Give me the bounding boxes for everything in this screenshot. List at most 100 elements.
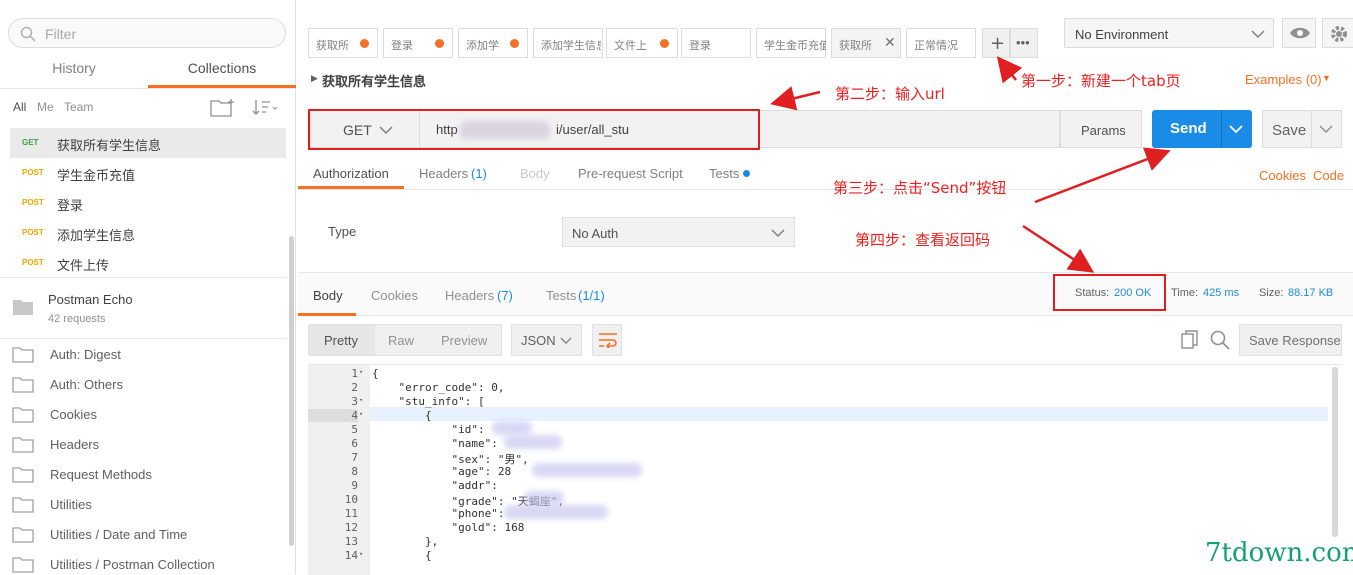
- fold-toggle-icon[interactable]: ▾: [359, 396, 363, 404]
- request-item[interactable]: POST 添加学生信息: [10, 218, 286, 248]
- save-button[interactable]: Save: [1262, 110, 1342, 148]
- request-tab[interactable]: 文件上: [606, 28, 678, 58]
- unsaved-dot: [360, 39, 369, 48]
- request-tab[interactable]: 登录: [681, 28, 751, 58]
- fold-toggle-icon[interactable]: ▾: [359, 368, 363, 376]
- folder-item[interactable]: Utilities / Date and Time: [0, 520, 286, 550]
- response-body-editor[interactable]: 1 ▾{2 "error_code": 0, 3 ▾ "stu_info": [4 ▾ …: [308, 364, 1342, 575]
- request-item[interactable]: POST 文件上传: [10, 248, 286, 278]
- filter-team[interactable]: Team: [64, 100, 93, 114]
- request-tab[interactable]: 添加学生信息: [533, 28, 603, 58]
- save-response-button[interactable]: Save Response: [1239, 324, 1342, 356]
- tab-label: 正常情况: [914, 39, 958, 52]
- method-badge: POST: [22, 258, 44, 267]
- active-tab-underline: [298, 313, 356, 316]
- request-name: 学生金币充值: [57, 168, 136, 183]
- folder-item[interactable]: Utilities / Postman Collection: [0, 550, 286, 574]
- folder-item[interactable]: Request Methods: [0, 460, 286, 490]
- format-select[interactable]: JSON: [511, 324, 582, 356]
- request-item[interactable]: POST 登录: [10, 188, 286, 218]
- tab-label: 学生金币充值: [764, 39, 826, 52]
- auth-type-label: Type: [328, 224, 357, 239]
- tab-label: 添加学生信息: [541, 39, 601, 52]
- request-name: 文件上传: [57, 258, 110, 273]
- folder-item[interactable]: Utilities: [0, 490, 286, 520]
- folder-item[interactable]: Auth: Others: [0, 370, 286, 400]
- folder-name: Utilities: [50, 497, 92, 512]
- response-tab-tests[interactable]: Tests: [546, 288, 576, 303]
- request-tab[interactable]: 学生金币充值: [756, 28, 826, 58]
- new-folder-icon[interactable]: [210, 98, 236, 118]
- folder-item[interactable]: Cookies: [0, 400, 286, 430]
- code-line: "gold": 168: [372, 521, 525, 534]
- collection-postman-echo[interactable]: Postman Echo 42 requests: [0, 277, 286, 339]
- copy-icon[interactable]: [1181, 330, 1199, 350]
- status-highlight-box: [1053, 274, 1166, 311]
- settings-button[interactable]: [1322, 18, 1353, 48]
- divider: [1311, 111, 1312, 147]
- request-item[interactable]: POST 学生金币充值: [10, 158, 286, 188]
- raw-button[interactable]: Raw: [388, 333, 414, 348]
- size-value[interactable]: 88.17 KB: [1288, 287, 1333, 299]
- sidebar-scrollbar[interactable]: [289, 236, 294, 546]
- tab-headers[interactable]: Headers: [419, 166, 468, 181]
- response-tab-body[interactable]: Body: [313, 288, 343, 303]
- close-icon[interactable]: ✕: [884, 35, 896, 51]
- line-number: 5: [351, 423, 358, 436]
- code-scrollbar[interactable]: [1332, 367, 1338, 537]
- examples-link[interactable]: Examples (0): [1245, 72, 1322, 87]
- filter-all[interactable]: All: [13, 100, 26, 114]
- environment-quick-look-button[interactable]: [1282, 18, 1316, 48]
- chevron-down-icon: [1251, 30, 1265, 39]
- response-headers-count: (7): [497, 288, 513, 303]
- response-tab-headers[interactable]: Headers: [445, 288, 494, 303]
- folder-item[interactable]: Headers: [0, 430, 286, 460]
- response-tab-cookies[interactable]: Cookies: [371, 288, 418, 303]
- cookies-link[interactable]: Cookies: [1259, 168, 1306, 183]
- code-link[interactable]: Code: [1313, 168, 1344, 183]
- request-tab[interactable]: 获取所: [308, 28, 378, 58]
- new-tab-button[interactable]: +: [982, 28, 1010, 58]
- request-tab[interactable]: 登录: [383, 28, 453, 58]
- filter-me[interactable]: Me: [37, 100, 54, 114]
- send-highlight: [1152, 108, 1252, 149]
- fold-toggle-icon[interactable]: ▾: [359, 550, 363, 558]
- filter-input[interactable]: Filter: [8, 18, 286, 48]
- tab-body[interactable]: Body: [520, 166, 550, 181]
- preview-button[interactable]: Preview: [441, 333, 487, 348]
- fold-toggle-icon[interactable]: ▾: [359, 410, 363, 418]
- save-response-label: Save Response: [1249, 333, 1341, 348]
- search-icon[interactable]: [1210, 330, 1230, 350]
- environment-select[interactable]: No Environment: [1064, 18, 1274, 48]
- tab-pre-request-script[interactable]: Pre-request Script: [578, 166, 683, 181]
- request-tab[interactable]: 添加学: [458, 28, 528, 58]
- redacted-value: [492, 421, 532, 435]
- tab-collections[interactable]: Collections: [148, 60, 296, 88]
- more-tabs-button[interactable]: •••: [1010, 28, 1038, 58]
- params-button[interactable]: Params: [1060, 110, 1142, 148]
- tab-authorization[interactable]: Authorization: [313, 166, 389, 181]
- request-tab[interactable]: 正常情况: [906, 28, 976, 58]
- arrow-step4: [1022, 224, 1095, 273]
- tab-tests[interactable]: Tests: [709, 166, 739, 181]
- folder-name: Cookies: [50, 407, 97, 422]
- auth-type-select[interactable]: No Auth: [562, 217, 795, 247]
- folder-name: Auth: Digest: [50, 347, 121, 362]
- code-line: "error_code": 0,: [372, 381, 505, 394]
- caret-right-icon[interactable]: ▶: [311, 73, 318, 84]
- time-value[interactable]: 425 ms: [1203, 287, 1239, 299]
- environment-label: No Environment: [1075, 27, 1169, 42]
- watermark: 7tdown.com: [1205, 538, 1353, 568]
- pretty-button[interactable]: Pretty: [324, 333, 358, 348]
- line-number: 3: [351, 395, 358, 408]
- sort-icon[interactable]: [252, 99, 280, 117]
- tab-history[interactable]: History: [0, 60, 148, 88]
- collection-folder-icon: [13, 300, 33, 315]
- request-item[interactable]: GET 获取所有学生信息: [10, 128, 286, 158]
- wrap-lines-button[interactable]: [592, 324, 622, 356]
- code-line: "id":: [372, 423, 485, 436]
- folder-item[interactable]: Auth: Digest: [0, 340, 286, 370]
- chevron-down-icon[interactable]: [1319, 124, 1333, 134]
- sidebar: Filter History Collections All Me Team G…: [0, 0, 296, 574]
- request-tab-active[interactable]: 获取所 ✕: [831, 28, 901, 58]
